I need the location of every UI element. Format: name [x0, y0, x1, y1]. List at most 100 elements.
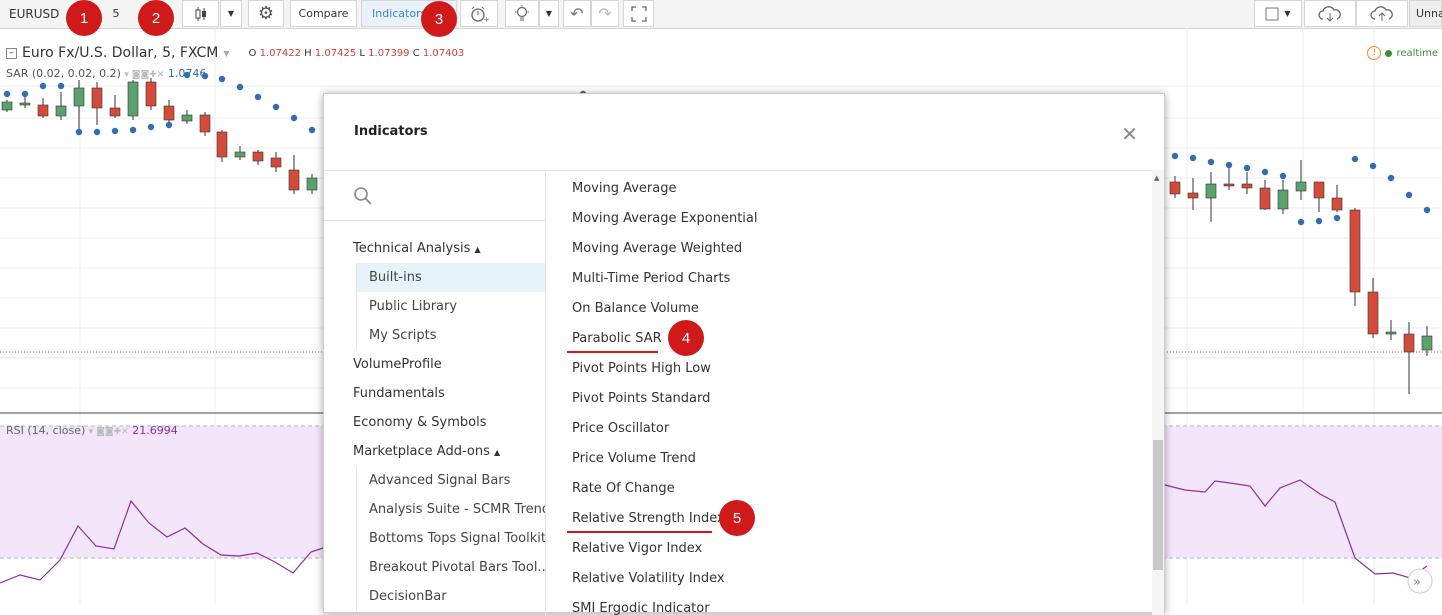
category-volume-profile[interactable]: VolumeProfile	[353, 357, 442, 372]
indicator-item[interactable]: Relative Vigor Index	[572, 541, 702, 556]
indicator-item[interactable]: Relative Volatility Index	[572, 571, 725, 586]
lightbulb-icon	[515, 4, 529, 20]
indicator-item[interactable]: Price Volume Trend	[572, 451, 696, 466]
sar-dot	[1189, 154, 1197, 162]
caret-down-icon[interactable]: ▼	[223, 49, 229, 58]
candle-body	[55, 105, 67, 117]
scroll-right-button[interactable]: »	[1407, 568, 1433, 594]
realtime-label: realtime	[1396, 47, 1438, 59]
step-marker: 4	[668, 320, 704, 356]
addon-item[interactable]: Advanced Signal Bars	[356, 466, 545, 495]
sar-value: 1.0746	[167, 67, 207, 80]
candle-body	[1421, 335, 1433, 351]
layout-name-text: Unna	[1416, 7, 1442, 20]
candle-body	[109, 107, 121, 117]
indicator-item[interactable]: Pivot Points High Low	[572, 361, 711, 376]
save-cloud-button[interactable]	[1356, 0, 1408, 27]
collapse-icon[interactable]: –	[6, 47, 17, 59]
indicator-item[interactable]: Moving Average Weighted	[572, 241, 742, 256]
sar-dot	[1243, 164, 1251, 172]
candle-body	[1241, 183, 1253, 189]
addon-item[interactable]: Analysis Suite - SCMR Trends	[356, 495, 545, 524]
sar-dot	[129, 126, 137, 134]
ideas-button[interactable]	[505, 0, 539, 27]
category-fundamentals[interactable]: Fundamentals	[353, 386, 445, 401]
candle-body	[1187, 192, 1199, 199]
ideas-dropdown[interactable]: ▼	[539, 0, 559, 27]
interval-text: 5	[112, 7, 120, 20]
chart-legend: – Euro Fx/U.S. Dollar, 5, FXCM ▼ O 1.074…	[6, 45, 464, 61]
category-marketplace-addons[interactable]: Marketplace Add-ons ▲	[353, 444, 500, 459]
indicator-item[interactable]: On Balance Volume	[572, 301, 699, 316]
candle-body	[1, 101, 13, 111]
layout-name[interactable]: Unna	[1409, 0, 1442, 27]
candle-body	[37, 104, 49, 117]
status-dot-icon	[1385, 49, 1393, 57]
chart-style-dropdown[interactable]: ▼	[220, 0, 242, 27]
caret-down-icon: ▼	[545, 9, 553, 18]
sar-dot	[236, 83, 244, 91]
svg-text:+: +	[483, 15, 489, 23]
fullscreen-icon	[630, 5, 647, 22]
sar-dot	[1207, 158, 1215, 166]
sar-dot	[1315, 217, 1323, 225]
sar-dot	[1225, 161, 1233, 169]
sar-dot	[272, 103, 280, 111]
category-economy-symbols[interactable]: Economy & Symbols	[353, 415, 486, 430]
redo-icon: ↷	[598, 4, 612, 23]
indicator-item[interactable]: Price Oscillator	[572, 421, 669, 436]
symbol-search[interactable]: EURUSD	[0, 0, 64, 27]
category-builtins[interactable]: Built-ins	[356, 263, 545, 292]
candle-body	[73, 87, 85, 107]
candle-body	[1223, 183, 1235, 187]
indicator-item[interactable]: Pivot Points Standard	[572, 391, 710, 406]
fullscreen-button[interactable]	[623, 0, 654, 27]
interval-selector[interactable]: 5	[103, 0, 129, 27]
sar-dot	[75, 128, 83, 136]
candle-body	[1403, 333, 1415, 353]
alert-button[interactable]: +	[460, 0, 498, 27]
indicator-item[interactable]: Moving Average	[572, 181, 676, 196]
undo-button[interactable]: ↶	[563, 0, 591, 27]
candles-icon	[195, 6, 206, 21]
category-my-scripts[interactable]: My Scripts	[356, 321, 545, 350]
layout-button[interactable]: ▼	[1254, 0, 1302, 27]
addon-item[interactable]: DecisionBar	[356, 582, 545, 611]
redo-button[interactable]: ↷	[591, 0, 619, 27]
rsi-label: RSI (14, close)	[6, 424, 86, 437]
sar-dot	[218, 75, 226, 83]
indicator-list-scrollbar[interactable]: ▲	[1152, 170, 1164, 615]
realtime-indicator: ! realtime	[1367, 46, 1438, 60]
addon-item[interactable]: Bottoms Tops Signal Toolkit	[356, 524, 545, 553]
highlight-underline	[567, 531, 712, 533]
double-chevron-right-icon: »	[1413, 575, 1421, 590]
scrollbar-thumb[interactable]	[1153, 440, 1163, 570]
sar-dot	[1369, 162, 1377, 170]
indicator-item[interactable]: SMI Ergodic Indicator	[572, 601, 710, 615]
candle-body	[1385, 331, 1397, 335]
indicator-item-relative-strength-index[interactable]: Relative Strength Index	[572, 511, 725, 526]
caret-up-icon: ▲	[474, 245, 481, 254]
chart-style-button[interactable]	[182, 0, 219, 27]
settings-button[interactable]: ⚙	[248, 0, 284, 27]
sar-dot	[111, 127, 119, 135]
indicator-item[interactable]: Rate Of Change	[572, 481, 675, 496]
load-cloud-button[interactable]	[1304, 0, 1356, 27]
indicator-item[interactable]: Moving Average Exponential	[572, 211, 758, 226]
indicator-item-parabolic-sar[interactable]: Parabolic SAR	[572, 331, 662, 346]
compare-button[interactable]: Compare	[290, 0, 357, 27]
category-public-library[interactable]: Public Library	[356, 292, 545, 321]
rsi-legend[interactable]: RSI (14, close) ▾ ◙◙✚✕ 21.6994	[6, 424, 178, 437]
sar-legend[interactable]: SAR (0.02, 0.02, 0.2) ▾ ◙◙✚✕ 1.0746	[6, 67, 206, 80]
step-marker: 5	[719, 500, 755, 536]
close-button[interactable]: ✕	[1121, 122, 1138, 146]
sar-dot	[1423, 206, 1431, 214]
sar-dot	[1387, 174, 1395, 182]
indicator-item[interactable]: Multi-Time Period Charts	[572, 271, 730, 286]
category-technical-analysis[interactable]: Technical Analysis ▲	[353, 241, 481, 256]
indicator-search-input[interactable]	[324, 170, 545, 221]
sar-dot	[147, 123, 155, 131]
addon-item[interactable]: Breakout Pivotal Bars Tool...	[356, 553, 545, 582]
symbol-text: EURUSD	[9, 6, 60, 21]
candle-body	[127, 81, 139, 117]
